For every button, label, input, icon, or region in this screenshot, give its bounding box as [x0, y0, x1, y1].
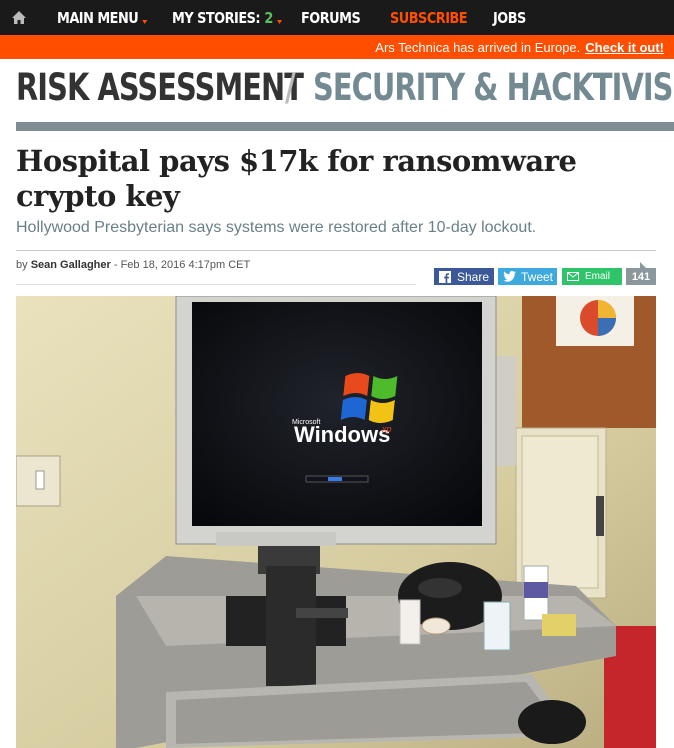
- promo-banner: Ars Technica has arrived in Europe. Chec…: [0, 35, 674, 59]
- article-title: Hospital pays $17k for ransomware crypto…: [16, 144, 577, 213]
- chevron-down-icon: [142, 20, 148, 24]
- section-primary-link[interactable]: RISK ASSESSMENT: [16, 66, 304, 109]
- my-stories-label: MY STORIES:: [172, 9, 261, 27]
- my-stories-count: 2: [264, 9, 273, 27]
- windows-logo-text: Windows: [294, 422, 390, 447]
- twitter-icon: [502, 270, 516, 284]
- home-icon[interactable]: [0, 0, 38, 35]
- divider: [16, 250, 656, 251]
- facebook-share-label: Share: [457, 269, 490, 284]
- chevron-down-icon: [277, 20, 283, 24]
- top-nav: MAIN MENU MY STORIES: 2 FORUMS SUBSCRIBE…: [0, 0, 674, 35]
- banner-text: Ars Technica has arrived in Europe.: [375, 39, 581, 55]
- section-secondary-link[interactable]: SECURITY & HACKTIVISM: [313, 66, 674, 109]
- section-heading: RISK ASSESSMENT / SECURITY & HACKTIVISM: [16, 66, 674, 118]
- section-divider: [16, 122, 674, 131]
- facebook-share-button[interactable]: Share: [434, 268, 494, 285]
- email-share-label: Email: [585, 271, 611, 282]
- forums-link[interactable]: FORUMS: [301, 9, 361, 27]
- facebook-icon: [438, 270, 452, 284]
- byline: by Sean Gallagher - Feb 18, 2016 4:17pm …: [16, 259, 250, 271]
- main-menu-label: MAIN MENU: [57, 9, 139, 27]
- windows-xp-text: xp: [381, 424, 392, 434]
- author-link[interactable]: Sean Gallagher: [31, 259, 111, 271]
- section-separator: /: [285, 66, 296, 109]
- my-stories-link[interactable]: MY STORIES: 2: [172, 9, 283, 27]
- jobs-link[interactable]: JOBS: [493, 9, 526, 27]
- main-menu-link[interactable]: MAIN MENU: [57, 9, 148, 27]
- divider: [16, 284, 416, 285]
- twitter-share-label: Tweet: [521, 269, 554, 284]
- article-photo: Microsoft Windows xp: [16, 296, 656, 748]
- subscribe-link[interactable]: SUBSCRIBE: [390, 9, 468, 27]
- publish-date: - Feb 18, 2016 4:17pm CET: [113, 259, 251, 271]
- twitter-share-button[interactable]: Tweet: [498, 268, 557, 285]
- comment-count-button[interactable]: 141: [626, 262, 656, 285]
- envelope-icon: [566, 270, 580, 284]
- banner-link[interactable]: Check it out!: [585, 40, 664, 55]
- article-subtitle: Hollywood Presbyterian says systems were…: [16, 219, 537, 236]
- email-share-button[interactable]: Email: [562, 268, 622, 285]
- byline-prefix: by: [16, 259, 28, 271]
